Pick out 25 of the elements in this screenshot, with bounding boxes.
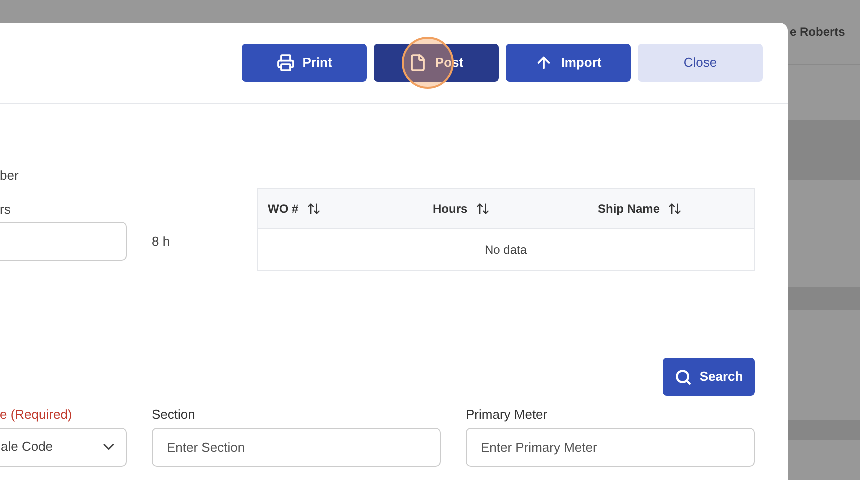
sort-icon [306, 202, 321, 216]
column-header[interactable]: WO # [258, 200, 423, 218]
empty-message: No data [484, 242, 528, 258]
user-name: e Roberts [790, 24, 846, 41]
import-button[interactable]: Import [506, 44, 631, 82]
hours-field[interactable] [0, 222, 127, 261]
column-header[interactable]: Ship Name [588, 200, 753, 218]
field-label: rs [0, 200, 12, 218]
text-field[interactable]: Enter Primary Meter [466, 428, 755, 466]
search-button[interactable]: Search [663, 358, 755, 396]
sale-code-dropdown[interactable]: ale Code [0, 428, 127, 466]
field-label: Primary Meter [466, 406, 549, 424]
text-field[interactable]: Enter Section [152, 428, 441, 466]
field-label: e (Required) [0, 406, 74, 424]
column-header[interactable]: Hours [423, 200, 588, 218]
field-label: ber [0, 167, 20, 185]
sort-icon [668, 202, 682, 216]
search-icon [674, 368, 692, 386]
print-button[interactable]: Print [242, 44, 367, 82]
document-icon [409, 54, 428, 72]
printer-icon [276, 54, 295, 72]
hours-value: 8 h [152, 232, 170, 251]
sort-icon [476, 202, 490, 216]
field-label: Section [152, 406, 196, 424]
close-button[interactable]: Close [638, 44, 763, 82]
